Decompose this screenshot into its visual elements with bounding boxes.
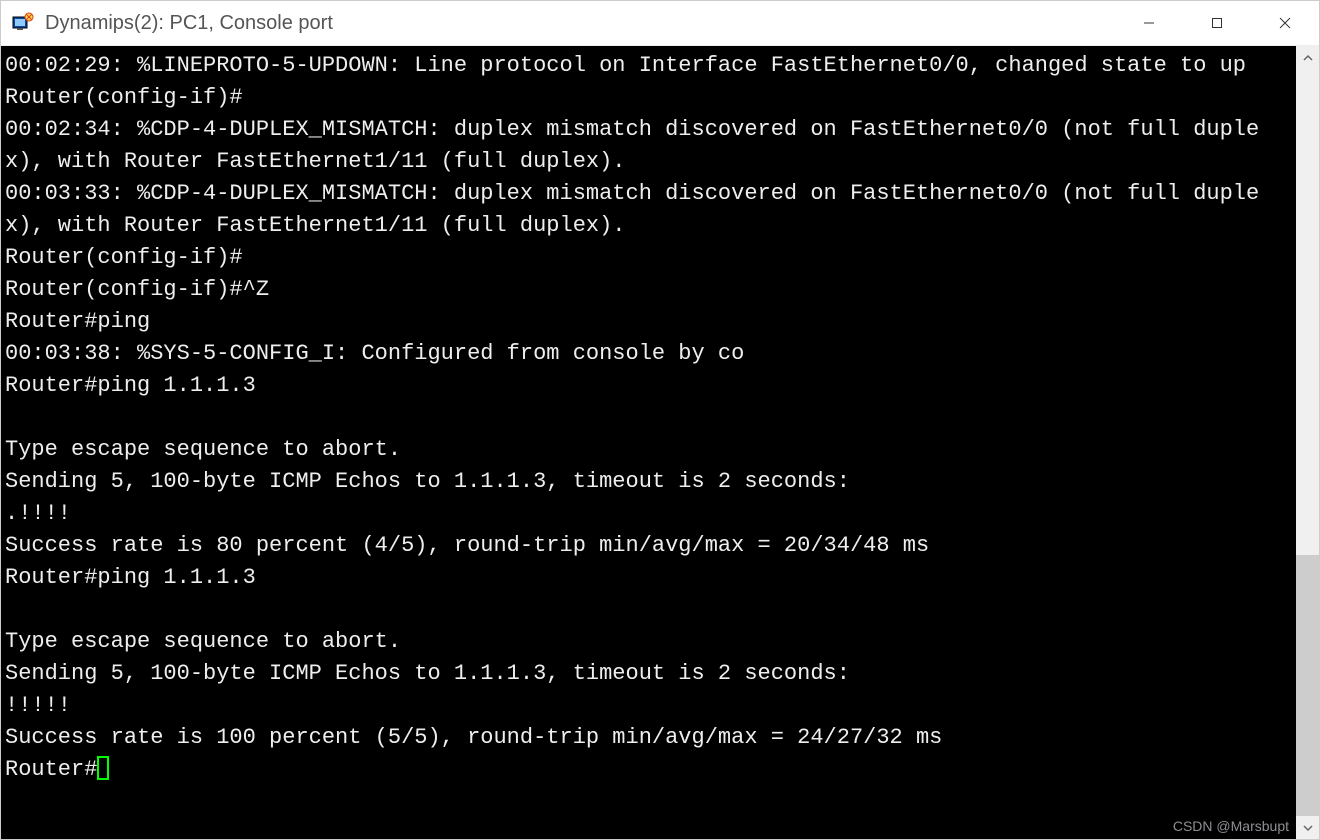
- terminal-line: Router#ping: [5, 306, 1292, 338]
- client-area: 00:02:29: %LINEPROTO-5-UPDOWN: Line prot…: [1, 46, 1319, 839]
- terminal-line: [5, 402, 1292, 434]
- terminal-line: [5, 594, 1292, 626]
- terminal-line: 00:02:34: %CDP-4-DUPLEX_MISMATCH: duplex…: [5, 114, 1292, 178]
- terminal-line: Router(config-if)#: [5, 242, 1292, 274]
- terminal-line: 00:02:29: %LINEPROTO-5-UPDOWN: Line prot…: [5, 50, 1292, 82]
- window-frame: Dynamips(2): PC1, Console port 00:02:29:…: [0, 0, 1320, 840]
- terminal-output[interactable]: 00:02:29: %LINEPROTO-5-UPDOWN: Line prot…: [1, 46, 1296, 839]
- terminal-line: 00:03:38: %SYS-5-CONFIG_I: Configured fr…: [5, 338, 1292, 370]
- minimize-button[interactable]: [1115, 1, 1183, 45]
- terminal-line: Router(config-if)#: [5, 82, 1292, 114]
- window-title: Dynamips(2): PC1, Console port: [45, 12, 1115, 35]
- vertical-scrollbar[interactable]: [1296, 46, 1319, 839]
- terminal-line: Type escape sequence to abort.: [5, 434, 1292, 466]
- terminal-line: Router#ping 1.1.1.3: [5, 370, 1292, 402]
- scroll-down-button[interactable]: [1296, 816, 1319, 839]
- terminal-line: 00:03:33: %CDP-4-DUPLEX_MISMATCH: duplex…: [5, 178, 1292, 242]
- terminal-line: .!!!!: [5, 498, 1292, 530]
- app-icon: [11, 11, 35, 35]
- terminal-line: Router(config-if)#^Z: [5, 274, 1292, 306]
- terminal-prompt: Router#: [5, 757, 97, 782]
- scroll-thumb[interactable]: [1296, 555, 1319, 816]
- scroll-up-button[interactable]: [1296, 46, 1319, 69]
- terminal-line: Success rate is 80 percent (4/5), round-…: [5, 530, 1292, 562]
- window-controls: [1115, 1, 1319, 45]
- terminal-line: Sending 5, 100-byte ICMP Echos to 1.1.1.…: [5, 658, 1292, 690]
- terminal-line: Router#ping 1.1.1.3: [5, 562, 1292, 594]
- terminal-prompt-line: Router#: [5, 754, 1292, 786]
- scroll-track[interactable]: [1296, 69, 1319, 816]
- terminal-line: Type escape sequence to abort.: [5, 626, 1292, 658]
- maximize-button[interactable]: [1183, 1, 1251, 45]
- titlebar[interactable]: Dynamips(2): PC1, Console port: [1, 1, 1319, 46]
- terminal-line: !!!!!: [5, 690, 1292, 722]
- terminal-cursor: [97, 756, 109, 780]
- close-button[interactable]: [1251, 1, 1319, 45]
- terminal-line: Success rate is 100 percent (5/5), round…: [5, 722, 1292, 754]
- terminal-line: Sending 5, 100-byte ICMP Echos to 1.1.1.…: [5, 466, 1292, 498]
